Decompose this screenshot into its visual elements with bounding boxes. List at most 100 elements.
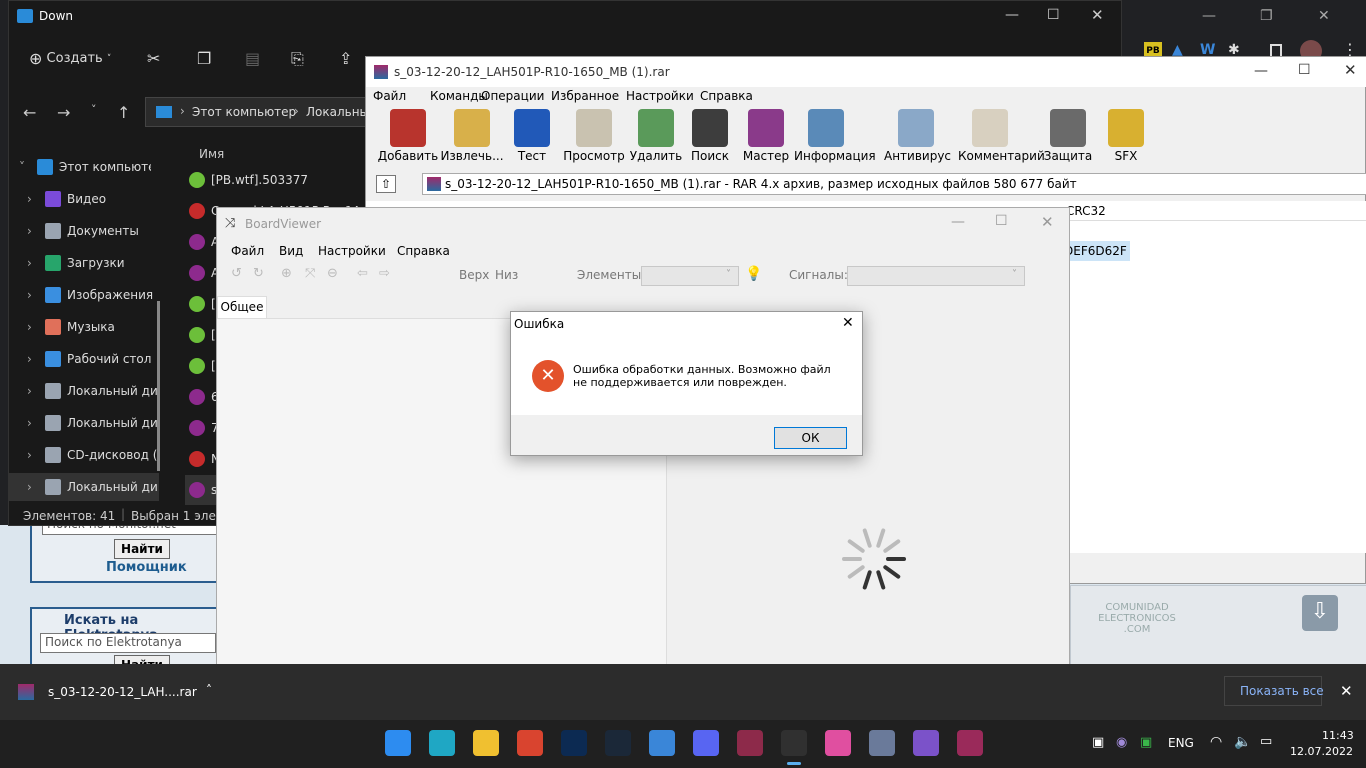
zoom-in-icon[interactable]: ⊕ [281,266,292,281]
address-bar[interactable]: › Этот компьютер › Локальный [145,97,376,127]
winrar-minimize-icon[interactable]: — [1254,63,1268,79]
winrar-tool-button[interactable]: Извлечь... [440,109,504,163]
cut-icon[interactable]: ✂ [147,49,160,71]
selected-row[interactable]: DEF6D62F [1060,241,1130,261]
bv-maximize-icon[interactable]: ☐ [995,213,1008,229]
download-file-name[interactable]: s_03-12-20-12_LAH....rar [48,685,197,699]
boardviewer-task-icon[interactable] [781,730,807,756]
dialog-footer: ОК [511,415,862,455]
search-input-elektrotanya[interactable]: Поиск по Elektrotanya [40,633,216,653]
clock-date[interactable]: 12.07.2022 [1290,745,1353,758]
winrar-menu-item[interactable]: Настройки [626,89,694,103]
discord-icon[interactable] [693,730,719,756]
elements-combo[interactable]: ˅ [641,266,739,286]
bv-close-icon[interactable]: ✕ [1041,213,1054,231]
tray-app2-icon[interactable]: ▣ [1140,735,1152,750]
steam-icon[interactable] [605,730,631,756]
file-explorer-icon[interactable] [473,730,499,756]
rotate-left-icon[interactable]: ↺ [231,266,242,281]
edge-icon[interactable] [429,730,455,756]
winrar-tool-button[interactable]: Поиск [678,109,742,163]
winrar-menu-item[interactable]: Операции [481,89,544,103]
battery-icon[interactable]: ▭ [1260,734,1272,749]
chrome-icon[interactable] [517,730,543,756]
winrar-task-icon[interactable] [737,730,763,756]
column-crc32[interactable]: CRC32 [1066,204,1106,218]
forward-arrow-icon[interactable]: → [57,103,70,122]
find-button-1[interactable]: Найти [114,539,170,559]
winrar-maximize-icon[interactable]: ☐ [1298,62,1311,78]
winrar-tool-button[interactable]: Тест [500,109,564,163]
winrar-menu-item[interactable]: Избранное [551,89,619,103]
winrar-close-icon[interactable]: ✕ [1344,61,1357,79]
zoom-fit-icon[interactable]: ⤧ [305,266,315,281]
browser-close-icon[interactable]: ✕ [1318,8,1330,24]
tray-app-icon[interactable]: ▣ [1092,735,1104,750]
create-button[interactable]: ⊕ Создать ˅ [29,49,111,71]
recent-chevron-icon[interactable]: ˅ [91,103,97,116]
wifi-icon[interactable]: ◠ [1210,734,1222,750]
winrar-menu-item[interactable]: Файл [373,89,406,103]
back-arrow-icon[interactable]: ← [23,103,36,122]
paste-icon[interactable]: ▤ [245,49,260,71]
winrar-tool-button[interactable]: Добавить [376,109,440,163]
tab-general[interactable]: Общее [217,296,267,318]
browser-minimize-icon[interactable]: — [1202,8,1216,24]
winrar-menu-item[interactable]: Команды [430,89,488,103]
explorer-minimize-icon[interactable]: — [1005,7,1019,23]
tray-viber-icon[interactable]: ◉ [1116,735,1127,750]
boardviewer-menu-item[interactable]: Файл [231,244,264,258]
bv-minimize-icon[interactable]: — [951,214,965,230]
browser-window-controls[interactable]: — ❐ ✕ [1170,8,1360,24]
winrar-tool-button[interactable]: Мастер [734,109,798,163]
toolbar-label: Поиск [690,149,729,163]
clock-time[interactable]: 11:43 [1322,729,1354,742]
boardviewer-menu-item[interactable]: Справка [397,244,450,258]
zoom-out-icon[interactable]: ⊖ [327,266,338,281]
network-app-icon[interactable] [869,730,895,756]
file-row[interactable]: [PB.wtf].503377 [185,165,385,195]
ok-button[interactable]: ОК [774,427,847,449]
dialog-close-icon[interactable]: ✕ [842,315,854,331]
view-bottom-button[interactable]: Низ [495,268,518,282]
share-icon[interactable]: ⇪ [339,49,352,71]
winrar-tool-button[interactable]: Информация [794,109,876,163]
arrow-right-icon[interactable]: ⇨ [379,266,390,281]
scroll-down-button[interactable]: ⇩ [1302,595,1338,631]
boardviewer-menu-item[interactable]: Вид [279,244,303,258]
winrar-tool-button[interactable]: Антивирус [884,109,951,163]
winrar-address[interactable]: s_03-12-20-12_LAH501P-R10-1650_MB (1).ra… [422,173,1366,195]
explorer-close-icon[interactable]: ✕ [1091,6,1104,24]
viber-icon[interactable] [913,730,939,756]
boardviewer-menu-item[interactable]: Настройки [318,244,386,258]
store-icon[interactable] [649,730,675,756]
winrar-menu-item[interactable]: Справка [700,89,753,103]
breadcrumb-computer[interactable]: Этот компьютер [192,105,296,119]
itunes-icon[interactable] [825,730,851,756]
volume-icon[interactable]: 🔈 [1234,734,1251,750]
lightbulb-icon[interactable]: 💡 [745,266,762,282]
signals-combo[interactable]: ˅ [847,266,1025,286]
column-header-name[interactable]: Имя [199,147,224,161]
language-indicator[interactable]: ENG [1168,736,1194,750]
helper-link[interactable]: Помощник [106,560,187,575]
show-all-button[interactable]: Показать все [1240,684,1324,698]
rename-icon[interactable]: ⎘ [291,49,304,71]
up-folder-icon[interactable]: ⇧ [376,175,396,193]
browser-restore-icon[interactable]: ❐ [1260,8,1273,24]
arrow-left-icon[interactable]: ⇦ [357,266,368,281]
winrar-tool-button[interactable]: Защита [1036,109,1100,163]
explorer-maximize-icon[interactable]: ☐ [1047,7,1060,23]
winrar-tool-button[interactable]: Просмотр [562,109,626,163]
view-top-button[interactable]: Верх [459,268,489,282]
windows-start-icon[interactable] [385,730,411,756]
rotate-right-icon[interactable]: ↻ [253,266,264,281]
up-arrow-icon[interactable]: ↑ [117,103,130,122]
winrar-tool-button[interactable]: Комментарий [958,109,1045,163]
download-options-icon[interactable]: ˄ [206,683,212,697]
photoshop-icon[interactable] [561,730,587,756]
winrar-tool-button[interactable]: SFX [1094,109,1158,163]
copy-icon[interactable]: ❐ [197,49,211,71]
rar-archive-icon[interactable] [957,730,983,756]
download-bar-close-icon[interactable]: ✕ [1340,682,1353,700]
